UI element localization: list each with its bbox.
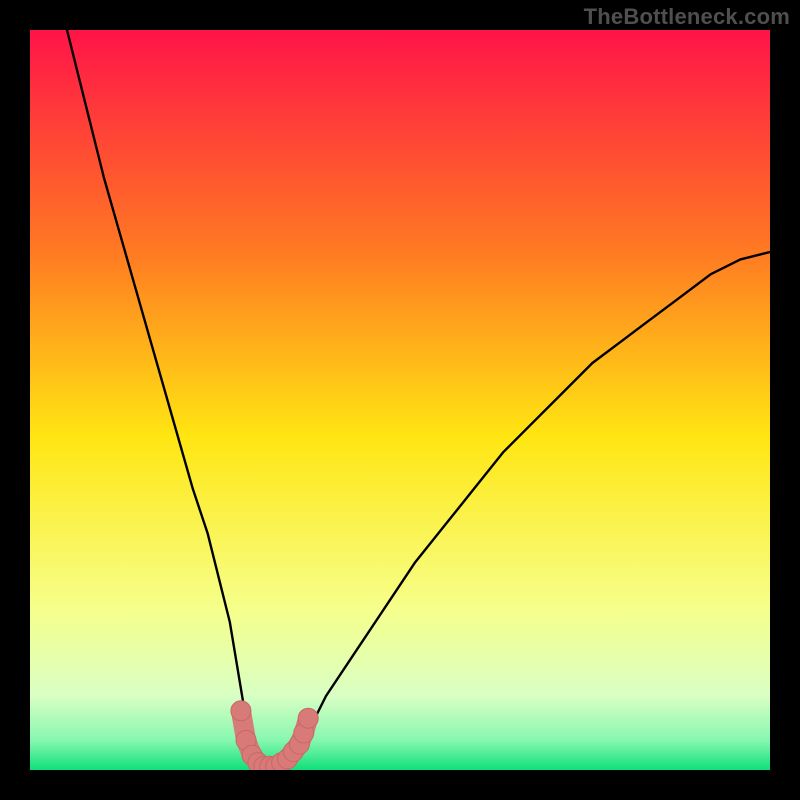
gradient-background <box>30 30 770 770</box>
chart-frame: TheBottleneck.com <box>0 0 800 800</box>
highlight-marker <box>231 701 251 721</box>
highlight-marker <box>298 708 318 728</box>
chart-svg <box>30 30 770 770</box>
watermark-text: TheBottleneck.com <box>584 4 790 30</box>
plot-area <box>30 30 770 770</box>
